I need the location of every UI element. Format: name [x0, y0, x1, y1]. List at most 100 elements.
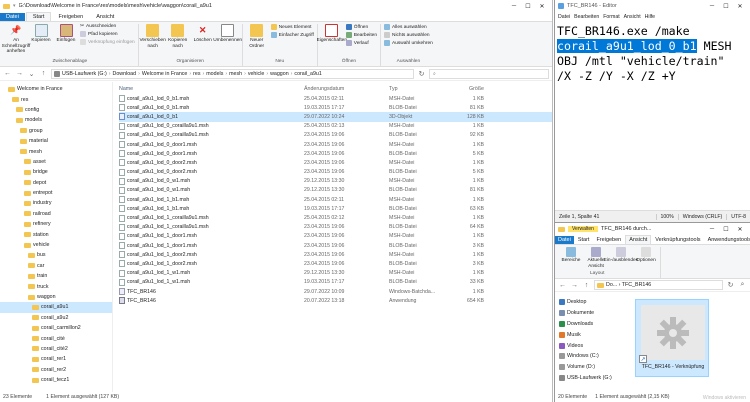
menu-format[interactable]: Format	[603, 14, 619, 20]
breadcrumb-item[interactable]: USB-Laufwerk (G:)	[62, 71, 107, 77]
nav-item[interactable]: corail_cité2	[0, 344, 112, 354]
back-arrow-icon[interactable]: ←	[3, 70, 12, 77]
minimize-icon[interactable]: ─	[705, 226, 719, 233]
path-box[interactable]: USB-Laufwerk (G:) › Download › Welcome in Fr…	[51, 68, 414, 79]
up-arrow-icon[interactable]: ↑	[39, 70, 48, 77]
nav-item[interactable]: entrepot	[0, 188, 112, 198]
history-button[interactable]: Verlauf	[345, 40, 377, 46]
refresh-icon[interactable]: ↻	[726, 281, 735, 289]
nav-item[interactable]: waggon	[0, 292, 112, 302]
forward-arrow-icon[interactable]: →	[15, 70, 24, 77]
breadcrumb-item[interactable]: vehicle	[248, 71, 265, 77]
shortcut-item[interactable]: ↗ TFC_BR146 - Verknüpfung	[635, 299, 709, 377]
column-type[interactable]: Typ	[389, 86, 444, 92]
tab-start[interactable]: Start	[25, 12, 52, 21]
delete-button[interactable]: ✕ Löschen	[192, 24, 214, 44]
nav-item[interactable]: Downloads	[559, 319, 629, 330]
show-hide-button[interactable]: Ein-/ausblenden	[604, 247, 638, 264]
back-arrow-icon[interactable]: ←	[558, 282, 567, 289]
breadcrumb-item[interactable]: mesh	[229, 71, 242, 77]
column-name[interactable]: Name	[119, 86, 304, 92]
menu-file[interactable]: Datei	[558, 14, 570, 20]
pin-button[interactable]: 📌 An Schnellzugriff anheften	[2, 24, 31, 55]
nav-item[interactable]: Volume (D:)	[559, 362, 629, 373]
rename-button[interactable]: Umbenennen	[213, 24, 242, 44]
nav-item[interactable]: railroad	[0, 209, 112, 219]
nav-item[interactable]: corail_rer1	[0, 354, 112, 364]
nav-item[interactable]: corail_tecz1	[0, 375, 112, 385]
cut-button[interactable]: ✂ Ausschneiden	[80, 24, 135, 29]
menu-edit[interactable]: Bearbeiten	[574, 14, 599, 20]
nav-item[interactable]: group	[0, 126, 112, 136]
maximize-icon[interactable]: ☐	[521, 3, 535, 10]
nav-item[interactable]: corail_rer2	[0, 365, 112, 375]
minimize-icon[interactable]: ─	[507, 3, 521, 10]
tab-view[interactable]: Ansicht	[90, 13, 120, 21]
nav-item[interactable]: mesh	[0, 146, 112, 156]
explorer2-path[interactable]: Do... › TFC_BR146	[594, 280, 723, 290]
nav-item[interactable]: models	[0, 115, 112, 125]
file-row[interactable]: corail_a9u1_lod_0_b1 29.07.2022 10:24 3D-O…	[119, 112, 552, 122]
nav-item[interactable]: train	[0, 271, 112, 281]
nav-item[interactable]: bridge	[0, 167, 112, 177]
breadcrumb-item[interactable]: corail_a9u1	[294, 71, 321, 77]
nav-item[interactable]: Dokumente	[559, 308, 629, 319]
file-row[interactable]: corail_a9u1_lod_0_corailla9u1.msh 23.04.2…	[119, 131, 552, 140]
file-row[interactable]: corail_a9u1_lod_0_door2.msh 23.04.2015 19…	[119, 168, 552, 177]
copy-to-button[interactable]: Kopieren nach	[167, 24, 189, 49]
nav-item[interactable]: Windows (C:)	[559, 351, 629, 362]
close-icon[interactable]: ✕	[535, 3, 549, 10]
menu-view[interactable]: Ansicht	[624, 14, 641, 20]
easy-access-button[interactable]: Einfacher Zugriff	[270, 32, 314, 38]
minimize-icon[interactable]: ─	[705, 3, 719, 10]
options-button[interactable]: Optionen	[635, 247, 657, 264]
maximize-icon[interactable]: ☐	[719, 3, 733, 10]
nav-item[interactable]: corail_carmillon2	[0, 323, 112, 333]
nav-item[interactable]: Musik	[559, 329, 629, 340]
new-folder-button[interactable]: Neuer Ordner	[246, 24, 268, 49]
breadcrumb-item[interactable]: Welcome in France	[142, 71, 188, 77]
nav-item[interactable]: Welcome in France	[0, 84, 112, 94]
file-row[interactable]: corail_a9u1_lod_0_corailla9u1.msh 25.04.2…	[119, 122, 552, 131]
file-row[interactable]: corail_a9u1_lod_0_door1.msh 23.04.2015 19…	[119, 140, 552, 149]
nav-item[interactable]: Videos	[559, 340, 629, 351]
nav-item[interactable]: truck	[0, 281, 112, 291]
breadcrumb-item[interactable]: models	[206, 71, 223, 77]
file-row[interactable]: corail_a9u1_lod_0_w1.msh 29.12.2015 13:30…	[119, 186, 552, 195]
select-all-button[interactable]: Alles auswählen	[384, 24, 433, 30]
file-row[interactable]: corail_a9u1_lod_1_w1.msh 29.12.2015 13:30…	[119, 269, 552, 278]
properties-button[interactable]: Eigenschaften	[317, 24, 347, 44]
text-editor[interactable]: TFC_BR146.exe /make corail_a9u1_lod_0_b1…	[555, 22, 750, 210]
nav-item[interactable]: res	[0, 94, 112, 104]
edit-button[interactable]: Bearbeiten	[345, 32, 377, 38]
nav-item[interactable]: Desktop	[559, 297, 629, 308]
move-to-button[interactable]: Verschieben nach	[139, 24, 166, 49]
new-item-button[interactable]: Neues Element	[270, 24, 314, 30]
breadcrumb-item[interactable]: Download	[113, 71, 137, 77]
file-row[interactable]: corail_a9u1_lod_1_door2.msh 23.04.2015 19…	[119, 250, 552, 259]
file-row[interactable]: corail_a9u1_lod_0_b1.msh 19.03.2015 17:17…	[119, 103, 552, 112]
file-row[interactable]: corail_a9u1_lod_0_door2.msh 23.04.2015 19…	[119, 158, 552, 167]
search-icon[interactable]: ⌕	[738, 281, 747, 289]
file-row[interactable]: corail_a9u1_lod_1_corailla9u1.msh 23.04.2…	[119, 223, 552, 232]
file-row[interactable]: corail_a9u1_lod_1_door1.msh 23.04.2015 19…	[119, 241, 552, 250]
forward-arrow-icon[interactable]: →	[570, 282, 579, 289]
copy-button[interactable]: Kopieren	[30, 24, 52, 44]
file-row[interactable]: corail_a9u1_lod_1_w1.msh 19.03.2015 17:17…	[119, 278, 552, 287]
paste-shortcut-button[interactable]: Verknüpfung einfügen	[80, 39, 135, 45]
panes-button[interactable]: Bereiche	[560, 247, 582, 264]
file-row[interactable]: corail_a9u1_lod_1_door1.msh 23.04.2015 19…	[119, 232, 552, 241]
tab-file[interactable]: Datei	[555, 236, 574, 244]
tab-share[interactable]: Freigeben	[52, 13, 89, 21]
nav-item[interactable]: USB-Laufwerk (G:)	[559, 373, 629, 384]
tab-start[interactable]: Start	[575, 236, 593, 244]
select-none-button[interactable]: Nichts auswählen	[384, 32, 433, 38]
paste-button[interactable]: Einfügen	[55, 24, 77, 44]
nav-item[interactable]: corail_cité	[0, 333, 112, 343]
nav-item[interactable]: asset	[0, 157, 112, 167]
file-row[interactable]: corail_a9u1_lod_1_door2.msh 23.04.2015 19…	[119, 259, 552, 268]
file-row[interactable]: corail_a9u1_lod_0_b1.msh 25.04.2015 02:11…	[119, 94, 552, 103]
search-input[interactable]: ⌕	[429, 68, 549, 79]
maximize-icon[interactable]: ☐	[719, 226, 733, 233]
file-row[interactable]: corail_a9u1_lod_0_door1.msh 23.04.2015 19…	[119, 149, 552, 158]
